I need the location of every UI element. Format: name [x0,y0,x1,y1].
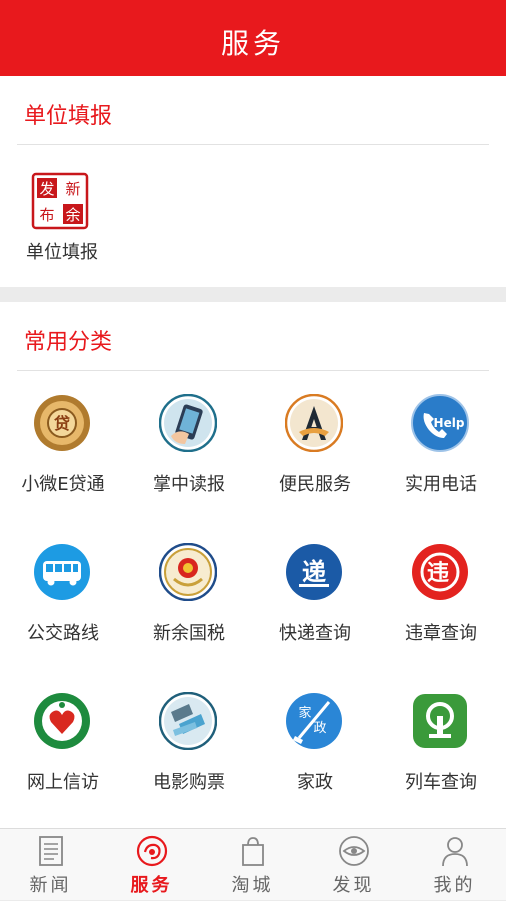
grid-item-film[interactable]: 电影购票 [126,692,252,802]
grid-item-tax[interactable]: 新余国税 [126,543,252,653]
grid-item-violation[interactable]: 违 违章查询 [378,543,504,653]
svg-text:余: 余 [65,206,80,224]
grid-item-label: 违章查询 [405,623,477,644]
svg-text:发: 发 [39,180,54,198]
grid-item-train[interactable]: 列车查询 [378,692,504,802]
svg-text:家: 家 [298,705,311,721]
common-section-title: 常用分类 [24,330,113,355]
tab-discover[interactable]: 发现 [303,829,404,901]
film-ticket-icon [159,692,217,750]
grid-item-reading[interactable]: 掌中读报 [126,394,252,504]
tab-label: 发现 [332,875,375,896]
grid-item-housekeeping[interactable]: 家 政 家政 [252,692,378,802]
help-phone-icon: Help [411,394,469,452]
svg-text:新: 新 [65,180,80,198]
grid-item-petition[interactable]: 网上信访 [0,692,126,802]
divider [17,144,489,145]
grid-item-label: 电影购票 [153,772,225,793]
report-section-title: 单位填报 [24,104,113,129]
xinyu-release-seal-icon: 发 余 新 布 [31,172,89,230]
grid-item-bus[interactable]: 公交路线 [0,543,126,653]
loan-icon: 贷 [34,395,90,451]
tab-mine[interactable]: 我的 [404,829,505,901]
status-bar [0,0,506,8]
tab-label: 淘城 [231,875,274,896]
tab-label: 我的 [433,875,476,896]
grid-item-label: 实用电话 [405,474,477,495]
svg-text:递: 递 [302,558,326,586]
svg-text:违: 违 [427,560,449,586]
svg-text:政: 政 [313,721,326,736]
grid-item-label: 新余国税 [153,623,225,644]
page-title: 服务 [220,27,285,60]
eye-discover-icon [339,836,369,866]
petition-icon [34,693,90,749]
user-icon [442,837,468,867]
grid-item-label: 公交路线 [27,623,99,644]
traffic-violation-icon: 违 [412,544,468,600]
grid-item-express[interactable]: 递 快递查询 [252,543,378,653]
grid-item-loan[interactable]: 贷 小微E贷通 [0,394,126,504]
shopping-bag-icon [242,837,264,866]
tab-news[interactable]: 新闻 [0,829,101,901]
grid-item-label: 掌中读报 [153,474,225,495]
grid-item-label: 列车查询 [405,772,477,793]
tablet-reading-icon [159,394,217,452]
grid-item-phone[interactable]: Help 实用电话 [378,394,504,504]
tab-shop[interactable]: 淘城 [202,829,303,901]
svg-text:Help: Help [434,416,465,430]
grid-item-label: 网上信访 [27,772,99,793]
grid-item-label: 便民服务 [279,474,351,495]
grid-item-label: 家政 [297,772,333,793]
tab-service[interactable]: 服务 [101,829,202,901]
unit-report-label: 单位填报 [26,242,98,263]
express-delivery-icon: 递 [286,544,342,600]
unit-report-item[interactable]: 发 余 新 布 单位填报 [22,172,102,272]
housekeeping-icon: 家 政 [286,693,342,749]
tab-label: 服务 [130,875,173,896]
tax-emblem-icon [159,543,217,601]
train-icon [413,694,467,748]
report-section: 单位填报 发 余 新 布 单位填报 [0,76,506,287]
grid-item-label: 快递查询 [279,623,351,644]
newspaper-icon [39,836,63,866]
divider [17,370,489,371]
common-section: 常用分类 贷 小微E贷通 掌中读报 便民服务 Help 实用电话 公交路线 新余… [0,302,506,828]
bottom-tab-bar: 新闻 服务 淘城 发现 我的 [0,828,506,900]
tab-label: 新闻 [29,875,72,896]
service-icon [136,835,168,867]
grid-item-service[interactable]: 便民服务 [252,394,378,504]
app-header: 服务 [0,0,506,76]
handshake-service-icon [285,394,343,452]
svg-text:贷: 贷 [54,414,70,433]
grid-item-label: 小微E贷通 [21,474,105,495]
svg-text:布: 布 [39,206,54,224]
bus-icon [34,544,90,600]
